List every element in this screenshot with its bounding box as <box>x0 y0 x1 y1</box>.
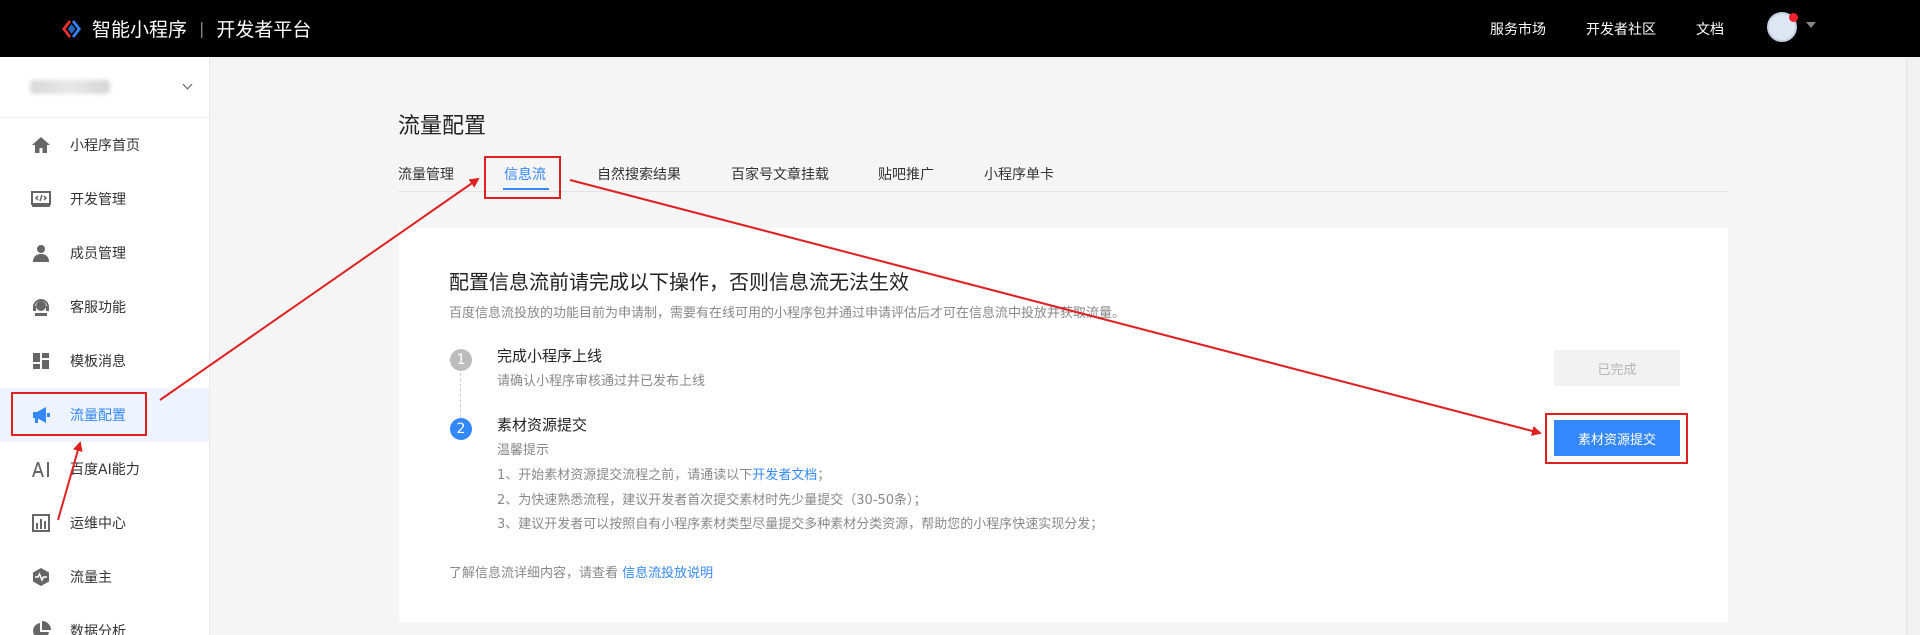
tip-1-suffix: ； <box>817 468 831 483</box>
megaphone-icon <box>30 404 52 426</box>
scrollbar[interactable] <box>1906 57 1920 635</box>
sidebar-item-label: 数据分析 <box>70 624 126 635</box>
code-icon <box>30 188 52 210</box>
top-bar: 智能小程序 | 开发者平台 服务市场 开发者社区 文档 <box>0 0 1920 57</box>
app-name-blurred <box>30 80 110 94</box>
sidebar-item-label: 客服功能 <box>70 300 126 316</box>
avatar[interactable] <box>1767 12 1798 42</box>
page-title: 流量配置 <box>398 114 487 139</box>
step-1-title: 完成小程序上线 <box>497 347 603 365</box>
sidebar: 小程序首页 开发管理 成员管理 客服功能 模板消息 流量配置 百度AI能力 运维… <box>0 57 210 635</box>
sidebar-item-label: 开发管理 <box>70 192 126 208</box>
tip-3: 3、建议开发者可以按照自有小程序素材类型尽量提交多种素材分类资源，帮助您的小程序… <box>497 517 1104 532</box>
sidebar-item-label: 百度AI能力 <box>70 462 140 478</box>
sidebar-item-label: 模板消息 <box>70 354 126 370</box>
sidebar-item-members[interactable]: 成员管理 <box>0 226 209 280</box>
sidebar-item-traffic-owner[interactable]: 流量主 <box>0 550 209 604</box>
tab-tieba[interactable]: 贴吧推广 <box>878 164 934 184</box>
sidebar-item-label: 小程序首页 <box>70 138 140 154</box>
chart-icon <box>30 512 52 534</box>
sidebar-item-label: 成员管理 <box>70 246 126 262</box>
active-tab-indicator <box>503 188 549 190</box>
sidebar-item-template-msg[interactable]: 模板消息 <box>0 334 209 388</box>
user-icon <box>30 242 52 264</box>
headset-icon <box>30 296 52 318</box>
top-nav: 服务市场 开发者社区 文档 <box>0 0 1920 57</box>
sidebar-item-traffic-config[interactable]: 流量配置 <box>0 388 209 442</box>
notification-dot <box>1789 13 1798 22</box>
tip-1-text: 1、开始素材资源提交流程之前，请通读以下 <box>497 468 753 483</box>
chevron-down-icon[interactable] <box>1806 22 1816 28</box>
tab-info-feed[interactable]: 信息流 <box>504 164 546 184</box>
nav-developer-community[interactable]: 开发者社区 <box>1586 19 1656 39</box>
tip-2: 2、为快速熟悉流程，建议开发者首次提交素材时先少量提交（30-50条）； <box>497 493 927 508</box>
tip-label: 温馨提示 <box>497 443 550 458</box>
sidebar-item-ops-center[interactable]: 运维中心 <box>0 496 209 550</box>
pulse-icon <box>30 566 52 588</box>
template-icon <box>30 350 52 372</box>
info-feed-card: 配置信息流前请完成以下操作，否则信息流无法生效 百度信息流投放的功能目前为申请制… <box>399 228 1728 622</box>
step-2-title: 素材资源提交 <box>497 416 588 434</box>
tip-1: 1、开始素材资源提交流程之前，请通读以下开发者文档； <box>497 464 830 483</box>
chevron-down-icon <box>182 79 193 90</box>
sidebar-item-label: 流量配置 <box>70 408 126 424</box>
ai-icon <box>30 458 52 480</box>
app-selector[interactable] <box>0 57 209 118</box>
submit-material-button[interactable]: 素材资源提交 <box>1554 420 1680 456</box>
tab-baijiahao[interactable]: 百家号文章挂载 <box>731 164 829 184</box>
card-description: 百度信息流投放的功能目前为申请制，需要有在线可用的小程序包并通过申请评估后才可在… <box>449 306 1126 321</box>
home-icon <box>30 134 52 156</box>
sidebar-item-dev[interactable]: 开发管理 <box>0 172 209 226</box>
tab-natural-search[interactable]: 自然搜索结果 <box>597 164 681 184</box>
completed-button: 已完成 <box>1554 350 1680 386</box>
step-connector <box>460 373 461 423</box>
step-1-number: 1 <box>450 349 472 371</box>
step-2-number: 2 <box>450 418 472 440</box>
nav-docs[interactable]: 文档 <box>1696 19 1724 39</box>
sidebar-item-baidu-ai[interactable]: 百度AI能力 <box>0 442 209 496</box>
nav-service-market[interactable]: 服务市场 <box>1490 19 1546 39</box>
tab-mini-card[interactable]: 小程序单卡 <box>984 164 1054 184</box>
sidebar-item-label: 运维中心 <box>70 516 126 532</box>
developer-docs-link[interactable]: 开发者文档 <box>752 468 817 483</box>
sidebar-item-label: 流量主 <box>70 570 112 586</box>
pie-icon <box>30 620 52 635</box>
sidebar-item-home[interactable]: 小程序首页 <box>0 118 209 172</box>
step-1-subtitle: 请确认小程序审核通过并已发布上线 <box>497 374 706 389</box>
tab-bar: 流量管理 信息流 自然搜索结果 百家号文章挂载 贴吧推广 小程序单卡 <box>398 155 1728 192</box>
footnote-text: 了解信息流详细内容，请查看 <box>449 566 623 581</box>
sidebar-item-data-analysis[interactable]: 数据分析 <box>0 604 209 635</box>
card-title: 配置信息流前请完成以下操作，否则信息流无法生效 <box>449 270 909 294</box>
info-feed-guide-link[interactable]: 信息流投放说明 <box>622 566 713 581</box>
footnote: 了解信息流详细内容，请查看 信息流投放说明 <box>449 562 713 581</box>
tab-traffic-management[interactable]: 流量管理 <box>398 164 454 184</box>
sidebar-item-customer-service[interactable]: 客服功能 <box>0 280 209 334</box>
